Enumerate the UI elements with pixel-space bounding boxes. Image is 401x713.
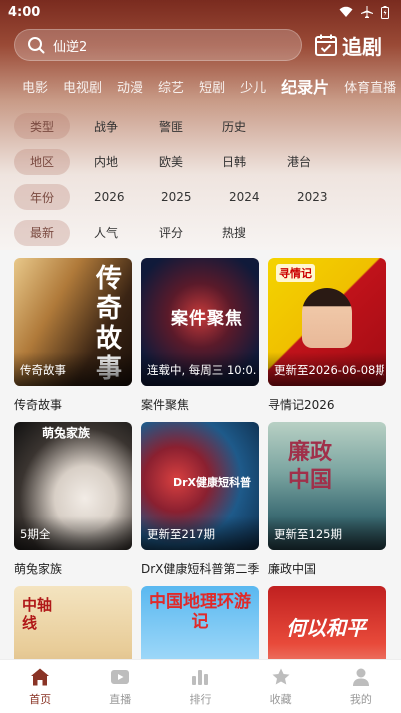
nav-profile[interactable]: 我的 [321,667,401,707]
status-time: 4:00 [8,4,41,20]
follow-button[interactable]: 追剧 [314,31,382,60]
calendar-check-icon [315,34,337,56]
filter-option[interactable]: 2024 [229,190,260,204]
nav-label: 我的 [349,692,372,706]
filter-label-sort[interactable]: 最新 [14,219,70,246]
filter-option[interactable]: 战争 [94,118,118,135]
nav-home[interactable]: 首页 [0,667,80,707]
filter-row-region: 地区 内地 欧美 日韩 港台 [14,148,394,176]
filter-option[interactable]: 人气 [94,224,118,241]
episode-badge: 更新至125期 [274,527,342,541]
episode-badge: 更新至2026-06-08期 [274,363,384,377]
filter-row-year: 年份 2026 2025 2024 2023 [14,183,394,211]
filter-option[interactable]: 历史 [222,118,246,135]
star-icon [272,668,290,684]
tab-kids[interactable]: 少儿 [240,77,266,96]
poster-art-text: 廉政中国 [288,439,333,493]
card-title: DrX健康短科普第二季 [141,562,259,576]
search-input[interactable]: 仙逆2 [14,29,302,61]
poster-image: 案件聚焦 连载中, 每周三 10:0... [141,258,259,386]
episode-badge: 传奇故事 [20,363,66,377]
content-card[interactable]: 寻情记 更新至2026-06-08期 寻情记2026 [268,258,386,414]
chart-icon [192,669,209,685]
filter-option[interactable]: 评分 [159,224,183,241]
content-card[interactable]: 廉政中国 更新至125期 廉政中国 [268,422,386,578]
poster-image: 萌兔家族 5期全 [14,422,132,550]
nav-ranking[interactable]: 排行 [160,667,240,707]
poster-image: 传奇故事 传奇故事 [14,258,132,386]
poster-art-text: 中轴线 [22,596,53,632]
status-bar: 4:00 [0,0,401,24]
poster-image: 廉政中国 更新至125期 [268,422,386,550]
poster-art-text: DrX健康短科普 [173,476,252,489]
tab-anime[interactable]: 动漫 [117,77,143,96]
poster-image: DrX健康短科普 更新至217期 [141,422,259,550]
poster-art-text: 萌兔家族 [42,426,91,440]
filter-label-region[interactable]: 地区 [14,148,70,175]
nav-label: 首页 [29,692,52,706]
filter-option[interactable]: 欧美 [159,153,183,170]
search-icon [27,36,45,54]
filter-label-year[interactable]: 年份 [14,184,70,210]
filter-option[interactable]: 热搜 [222,224,246,241]
card-title: 寻情记2026 [268,398,335,412]
poster-art-text: 案件聚焦 [171,309,243,329]
filter-option[interactable]: 内地 [94,153,118,170]
category-tabs: 电影 电视剧 动漫 综艺 短剧 少儿 纪录片 体育直播 [0,72,401,100]
episode-badge: 5期全 [20,527,51,541]
filter-option[interactable]: 警匪 [159,118,183,135]
content-card[interactable]: DrX健康短科普 更新至217期 DrX健康短科普第二季 [141,422,259,578]
filter-label-type[interactable]: 类型 [14,113,70,139]
tv-icon [111,669,130,684]
card-title: 案件聚焦 [141,398,190,412]
filter-panel: 类型 战争 警匪 历史 地区 内地 欧美 日韩 港台 年份 2026 2025 … [14,112,394,254]
card-title: 萌兔家族 [14,562,63,576]
episode-badge: 更新至217期 [147,527,215,541]
filter-option[interactable]: 港台 [287,153,311,170]
tab-tv-series[interactable]: 电视剧 [63,77,102,96]
filter-row-type: 类型 战争 警匪 历史 [14,112,394,140]
nav-label: 排行 [189,692,212,706]
battery-icon [381,5,389,19]
card-title: 传奇故事 [14,398,63,412]
nav-favorites[interactable]: 收藏 [241,667,321,707]
search-value: 仙逆2 [53,39,88,55]
filter-option[interactable]: 2025 [161,190,192,204]
poster-art-text: 寻情记 [276,264,315,282]
tab-movie[interactable]: 电影 [22,77,48,96]
poster-art-text: 何以和平 [286,616,366,640]
follow-label: 追剧 [342,34,382,59]
tab-variety[interactable]: 综艺 [158,77,184,96]
filter-option[interactable]: 2023 [297,190,328,204]
search-row: 仙逆2 追剧 [14,28,394,62]
airplane-icon [361,6,373,18]
nav-live[interactable]: 直播 [80,667,160,707]
nav-label: 直播 [109,692,132,706]
tab-short-drama[interactable]: 短剧 [199,77,225,96]
content-grid: 传奇故事 传奇故事 传奇故事 案件聚焦 连载中, 每周三 10:0... 案件聚… [14,258,388,713]
episode-badge: 连载中, 每周三 10:0... [147,363,257,377]
card-title: 廉政中国 [268,562,317,576]
wifi-icon [339,6,353,17]
poster-image: 寻情记 更新至2026-06-08期 [268,258,386,386]
home-icon [31,668,50,685]
content-card[interactable]: 传奇故事 传奇故事 传奇故事 [14,258,132,414]
bottom-navigation: 首页 直播 排行 收藏 我的 [0,659,401,713]
tab-documentary[interactable]: 纪录片 [281,74,329,98]
tab-sports-live[interactable]: 体育直播 [344,77,396,96]
user-icon [352,668,369,686]
content-card[interactable]: 案件聚焦 连载中, 每周三 10:0... 案件聚焦 [141,258,259,414]
filter-row-sort: 最新 人气 评分 热搜 [14,219,394,247]
filter-option[interactable]: 日韩 [222,153,246,170]
nav-label: 收藏 [269,692,292,706]
poster-art-text: 中国地理环游记 [149,592,251,632]
content-card[interactable]: 萌兔家族 5期全 萌兔家族 [14,422,132,578]
host-portrait [302,288,352,348]
filter-option[interactable]: 2026 [94,190,125,204]
